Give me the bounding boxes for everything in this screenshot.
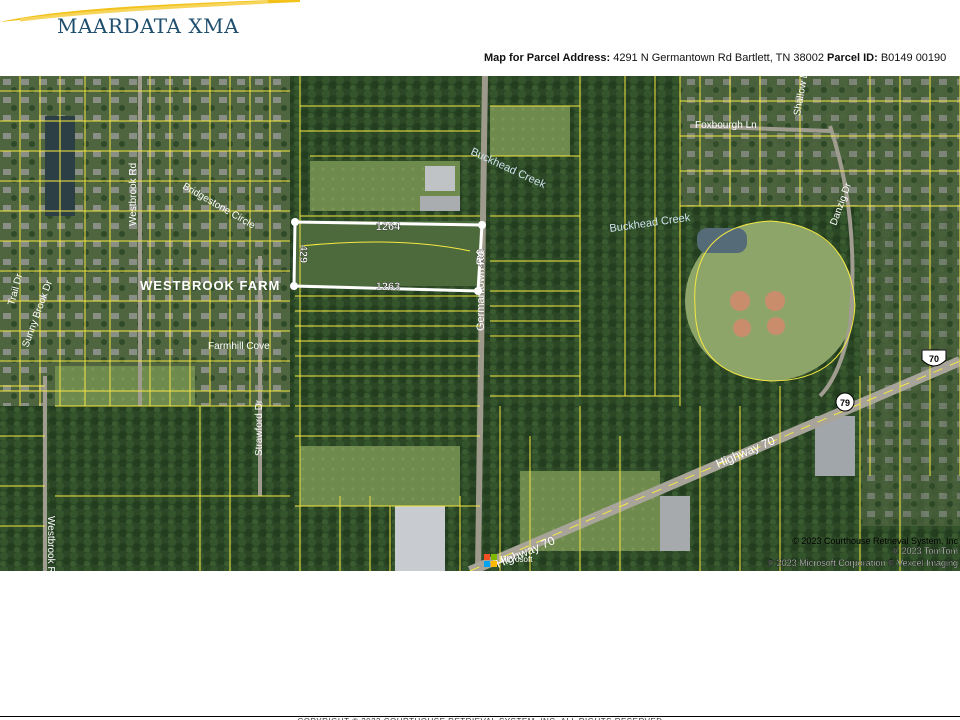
warehouse	[395, 506, 445, 571]
footer-divider	[0, 716, 960, 717]
sr-79-shield-label: 79	[840, 398, 850, 408]
parcel-vertex[interactable]	[290, 282, 298, 290]
microsoft-logo-text: Microsoft	[500, 555, 533, 564]
field-west	[55, 366, 195, 406]
copyright-crs: © 2023 Courthouse Retrieval System, Inc	[792, 536, 958, 546]
sr-79-shield-icon: 79	[835, 392, 855, 412]
ball-diamond	[733, 319, 751, 337]
label-strawford-dr: Strawford Dr	[254, 399, 265, 456]
ball-diamond	[730, 291, 750, 311]
label-farmhill-cove: Farmhill Cove	[208, 341, 270, 352]
label-westbrook-rd-south: Westbrook Rd	[45, 516, 56, 571]
parcel-vertex[interactable]	[291, 218, 299, 226]
parcel-map[interactable]: 1264 1263 429 438 WESTBROOK FARM Buckhea…	[0, 76, 960, 571]
label-foxbourgh-ln: Foxbourgh Ln	[695, 120, 757, 131]
dimension-top: 1264	[376, 221, 401, 233]
building	[425, 166, 455, 191]
label-westbrook-rd: Westbrook Rd	[128, 163, 139, 226]
address-value: 4291 N Germantown Rd Bartlett, TN 38002	[613, 52, 824, 64]
building	[420, 196, 460, 211]
us-70-shield-label: 70	[929, 354, 939, 364]
parcel-header: Map for Parcel Address: 4291 N Germantow…	[484, 52, 946, 64]
copyright-microsoft: © 2023 Microsoft Corporation © Vexcel Im…	[768, 558, 958, 568]
label-germantown-rd: Germantown Rd	[475, 251, 487, 331]
copyright-tomtom: © 2023 TomTom	[893, 546, 959, 556]
ball-diamond	[765, 291, 785, 311]
parcel-id-value: B0149 00190	[880, 52, 947, 64]
dimension-bottom: 1263	[376, 281, 400, 293]
northeast-neighborhood	[680, 76, 960, 206]
field-ne	[490, 106, 570, 156]
pond	[697, 228, 747, 253]
field-central	[300, 446, 460, 506]
label-westbrook-farm: WESTBROOK FARM	[140, 278, 280, 293]
us-70-shield-icon: 70	[921, 349, 947, 367]
parcel-vertex[interactable]	[478, 221, 486, 229]
building	[660, 496, 690, 551]
ball-diamond	[767, 317, 785, 335]
dimension-left: 429	[297, 245, 309, 263]
address-label: Map for Parcel Address:	[484, 52, 611, 64]
aerial-map-canvas[interactable]: 1264 1263 429 438 WESTBROOK FARM Buckhea…	[0, 76, 960, 571]
brand-logo-text: MAARDATA XMA	[57, 14, 240, 38]
parcel-id-label: Parcel ID:	[827, 52, 878, 64]
